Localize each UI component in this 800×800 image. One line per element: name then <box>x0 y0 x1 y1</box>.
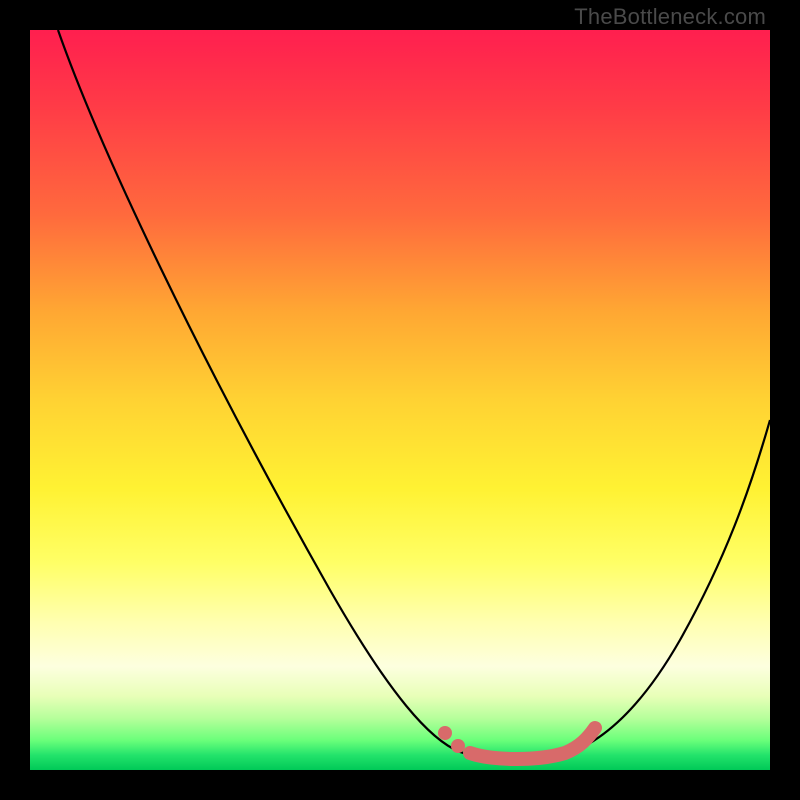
curve-left-branch <box>58 30 460 752</box>
chart-frame: TheBottleneck.com <box>0 0 800 800</box>
plot-area <box>30 30 770 770</box>
bottleneck-curve-svg <box>30 30 770 770</box>
watermark-text: TheBottleneck.com <box>574 4 766 30</box>
optimal-range-dot <box>451 739 465 753</box>
optimal-range-dot <box>438 726 452 740</box>
curve-right-branch <box>560 420 770 756</box>
optimal-range-highlight <box>470 728 595 759</box>
